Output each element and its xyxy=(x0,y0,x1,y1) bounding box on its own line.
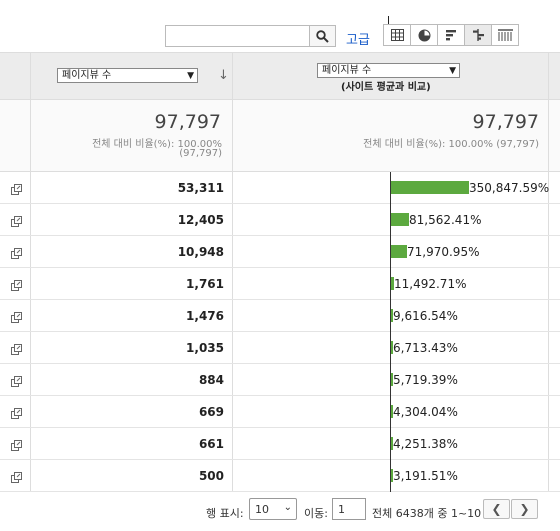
table-row: 884 5,719.39% xyxy=(0,364,560,396)
pageviews-value: 1,476 xyxy=(186,309,224,323)
pageviews-value: 53,311 xyxy=(177,181,224,195)
right-share-line: 전체 대비 비율(%): 100.00% (97,797) xyxy=(363,139,539,150)
table-row: 1,761 11,492.71% xyxy=(0,268,560,300)
open-in-new-window-icon[interactable] xyxy=(11,309,23,323)
comparison-percent: 350,847.59% xyxy=(469,181,550,195)
comparison-percent: 4,304.04% xyxy=(393,405,458,419)
open-in-new-window-icon[interactable] xyxy=(11,469,23,483)
table-row: 12,405 81,562.41% xyxy=(0,204,560,236)
pageviews-value: 661 xyxy=(198,437,224,451)
table-row: 500 3,191.51% xyxy=(0,460,560,492)
pivot-view-button[interactable] xyxy=(491,24,519,46)
pageviews-value: 1,761 xyxy=(186,277,224,291)
compare-select-value: 페이지뷰 수 xyxy=(322,65,372,76)
open-in-new-window-icon[interactable] xyxy=(11,373,23,387)
comparison-bar xyxy=(391,181,469,194)
goto-label: 이동: xyxy=(304,507,328,520)
left-total: 97,797 xyxy=(154,111,221,133)
metric-select[interactable]: 페이지뷰 수 ▼ xyxy=(57,68,198,83)
comparison-bar xyxy=(391,213,409,226)
pageviews-value: 10,948 xyxy=(177,245,224,259)
comparison-axis xyxy=(390,172,391,492)
table-row: 10,948 71,970.95% xyxy=(0,236,560,268)
table-row: 1,476 9,616.54% xyxy=(0,300,560,332)
open-in-new-window-icon[interactable] xyxy=(11,405,23,419)
comparison-view-button[interactable] xyxy=(464,24,492,46)
left-share-total: (97,797) xyxy=(179,148,222,159)
comparison-bar xyxy=(391,245,407,258)
toolbar: 고급 xyxy=(0,0,560,52)
rows-per-page-select[interactable]: 10 ⌄ xyxy=(249,498,297,520)
table-view-button[interactable] xyxy=(383,24,411,46)
pageviews-value: 12,405 xyxy=(177,213,224,227)
comparison-percent: 5,719.39% xyxy=(393,373,458,387)
rows-label: 행 표시: xyxy=(206,507,244,520)
open-in-new-window-icon[interactable] xyxy=(11,341,23,355)
next-page-button[interactable]: ❯ xyxy=(511,499,538,519)
open-in-new-window-icon[interactable] xyxy=(11,277,23,291)
open-in-new-window-icon[interactable] xyxy=(11,245,23,259)
metric-select-value: 페이지뷰 수 xyxy=(62,70,112,81)
compare-label: (사이트 평균과 비교) xyxy=(341,82,431,93)
bar-chart-icon xyxy=(445,30,456,41)
table-row: 661 4,251.38% xyxy=(0,428,560,460)
prev-page-button[interactable]: ❮ xyxy=(483,499,510,519)
view-switcher xyxy=(383,24,519,46)
comparison-percent: 3,191.51% xyxy=(393,469,458,483)
grid-icon xyxy=(390,29,404,41)
compare-metric-select[interactable]: 페이지뷰 수 ▼ xyxy=(317,63,460,78)
range-text: 전체 6438개 중 1~10 xyxy=(372,507,482,520)
open-in-new-window-icon[interactable] xyxy=(11,437,23,451)
pivot-table-icon xyxy=(497,29,513,41)
search-icon xyxy=(316,29,329,43)
comparison-percent: 9,616.54% xyxy=(393,309,458,323)
rows-per-page-value: 10 xyxy=(255,503,269,516)
search-button[interactable] xyxy=(309,25,336,47)
chevron-down-icon: ▼ xyxy=(187,71,194,81)
pageviews-value: 500 xyxy=(198,469,224,483)
table-row: 53,311 350,847.59% xyxy=(0,172,560,204)
pageviews-value: 669 xyxy=(198,405,224,419)
pageviews-value: 1,035 xyxy=(186,341,224,355)
comparison-icon xyxy=(472,29,484,41)
pie-chart-icon xyxy=(418,29,430,41)
chevron-down-icon: ▼ xyxy=(449,66,456,76)
table-row: 1,035 6,713.43% xyxy=(0,332,560,364)
right-total: 97,797 xyxy=(472,111,539,133)
comparison-percent: 4,251.38% xyxy=(393,437,458,451)
advanced-search-link[interactable]: 고급 xyxy=(346,29,370,48)
pie-view-button[interactable] xyxy=(410,24,438,46)
comparison-percent: 81,562.41% xyxy=(409,213,482,227)
pageviews-value: 884 xyxy=(198,373,224,387)
comparison-percent: 6,713.43% xyxy=(393,341,458,355)
comparison-percent: 71,970.95% xyxy=(407,245,480,259)
comparison-percent: 11,492.71% xyxy=(394,277,467,291)
chevron-down-icon: ⌄ xyxy=(283,502,292,513)
open-in-new-window-icon[interactable] xyxy=(11,213,23,227)
sort-descending-icon[interactable]: ↓ xyxy=(218,68,229,83)
goto-page-input[interactable]: 1 xyxy=(332,498,366,520)
bar-view-button[interactable] xyxy=(437,24,465,46)
table-row: 669 4,304.04% xyxy=(0,396,560,428)
open-in-new-window-icon[interactable] xyxy=(11,181,23,195)
pagination-bar: 행 표시: 10 ⌄ 이동: 1 전체 6438개 중 1~10 ❮ ❯ xyxy=(0,492,560,531)
